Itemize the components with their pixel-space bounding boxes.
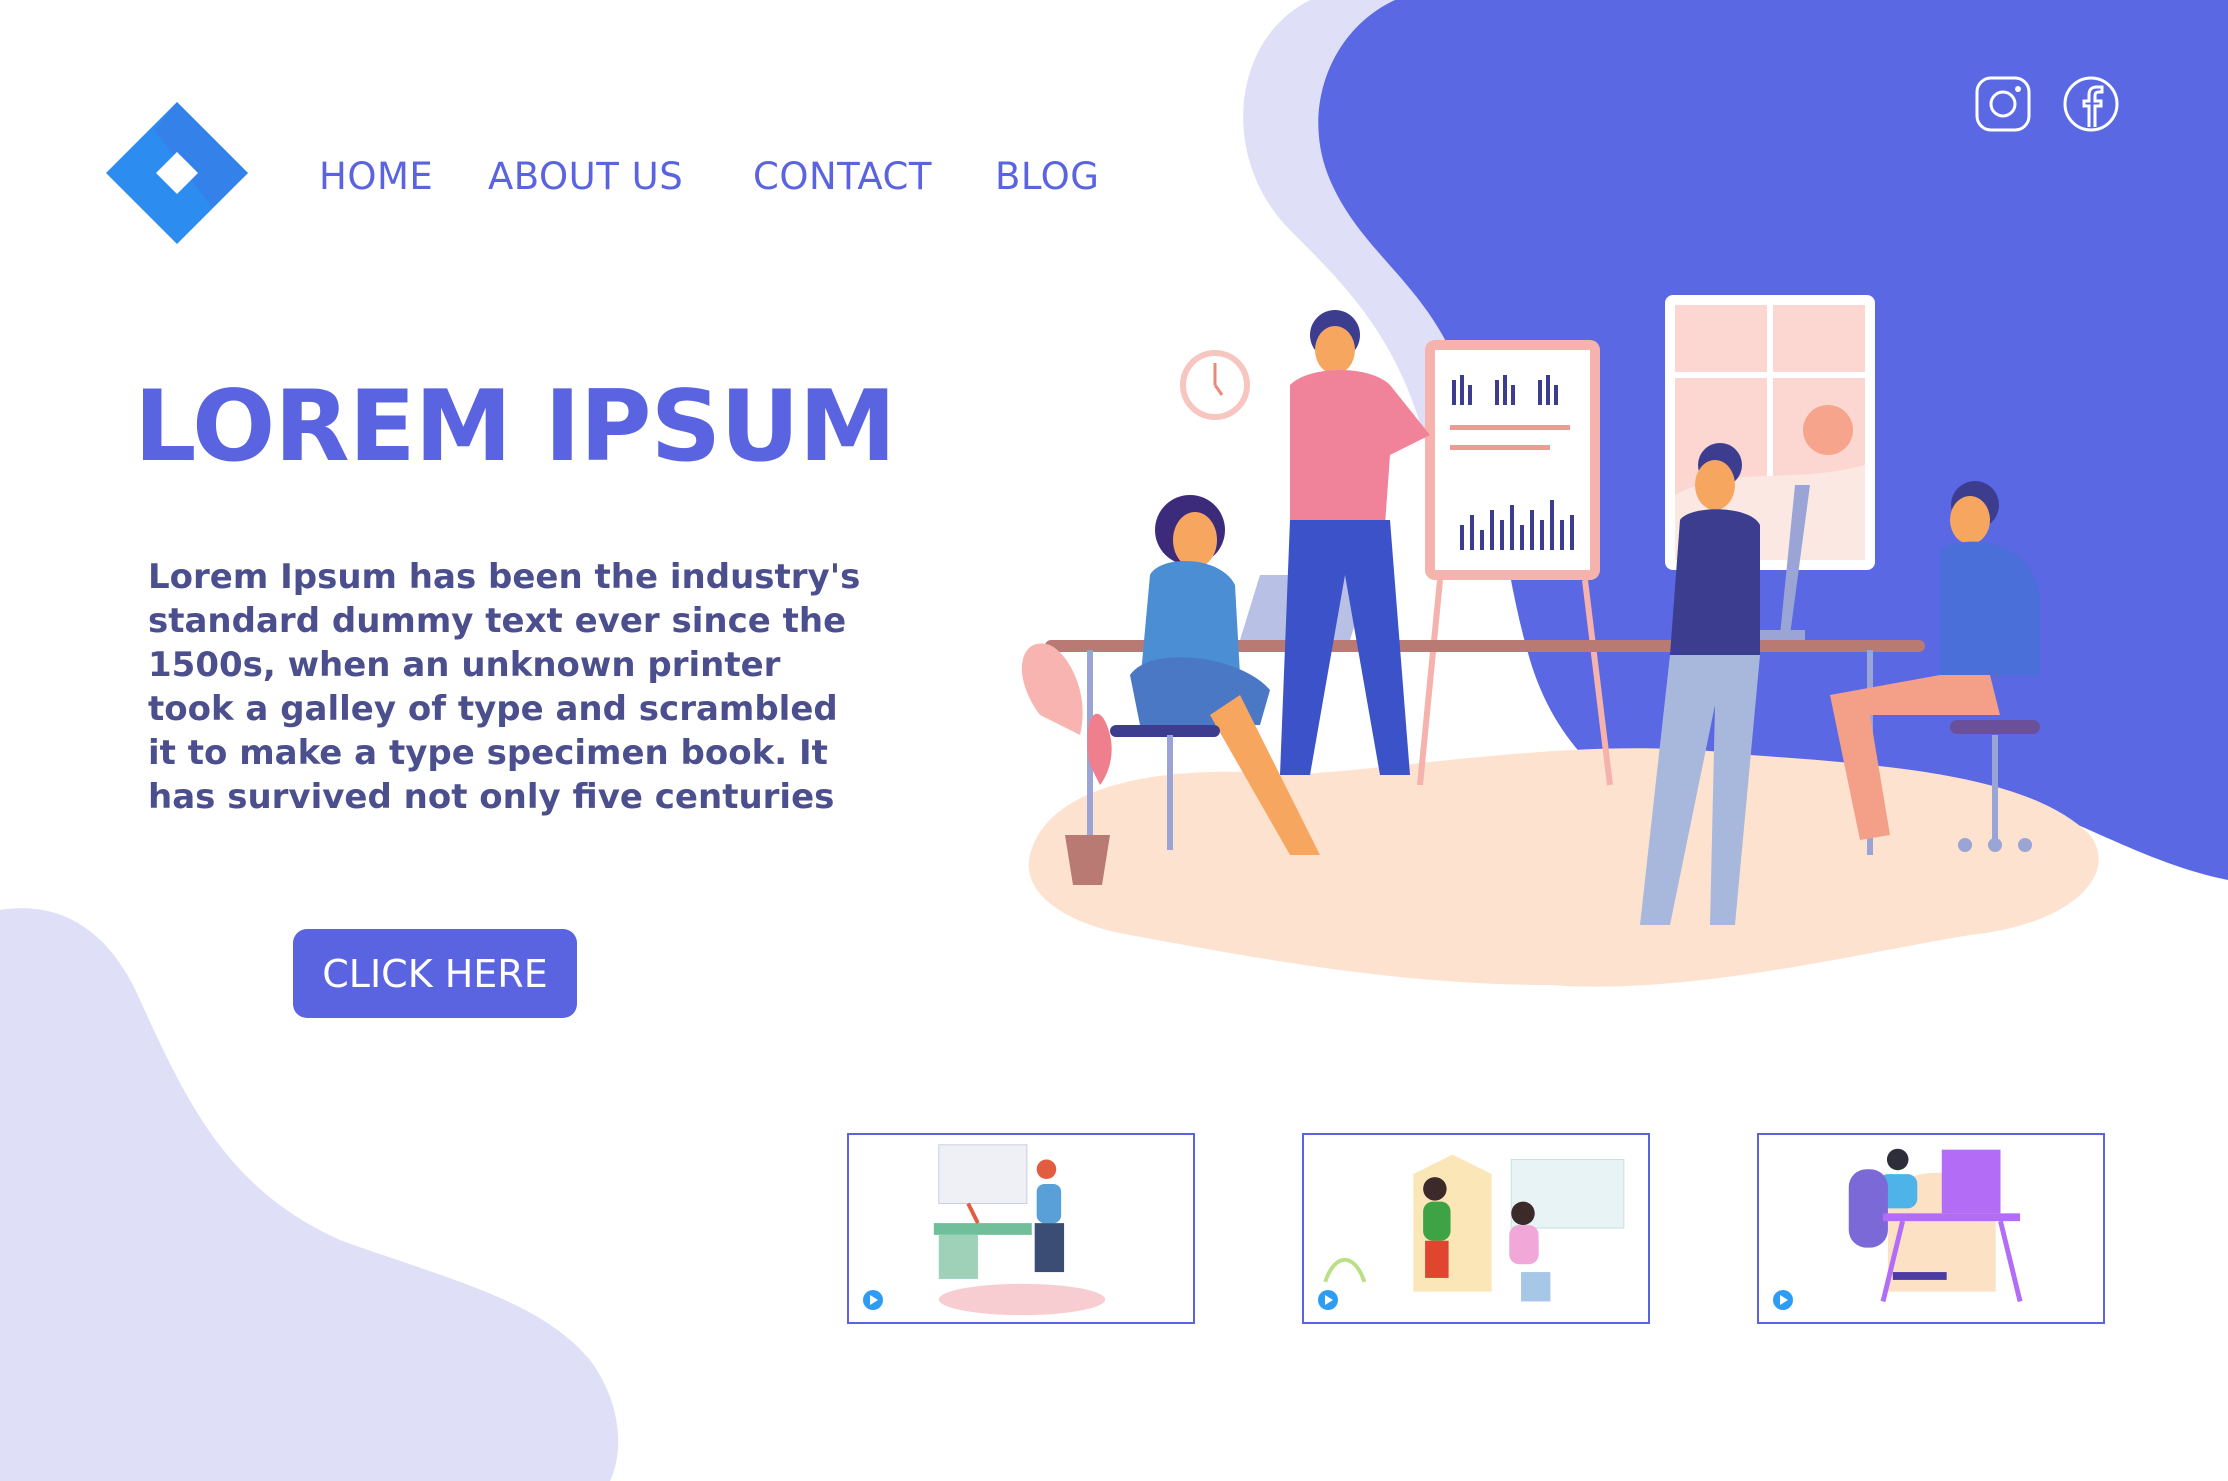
video-thumbnail-2[interactable] (1302, 1133, 1650, 1324)
office-team-illustration (1021, 295, 2099, 987)
facebook-icon[interactable] (2062, 75, 2120, 133)
hero-description: Lorem Ipsum has been the industry's stan… (148, 557, 861, 817)
video-thumbnail-1[interactable] (847, 1133, 1195, 1324)
click-here-button[interactable]: CLICK HERE (293, 929, 577, 1018)
diamond-logo-icon[interactable] (104, 100, 250, 246)
nav-home[interactable]: HOME (319, 155, 433, 198)
hero-title: LOREM IPSUM (134, 370, 896, 484)
nav-contact[interactable]: CONTACT (753, 155, 932, 198)
instagram-icon[interactable] (1974, 75, 2032, 133)
video-thumbnail-3[interactable] (1757, 1133, 2105, 1324)
play-icon[interactable] (863, 1290, 883, 1310)
video-thumbnail-desk-icon (1848, 1148, 2023, 1303)
play-icon[interactable] (1773, 1290, 1793, 1310)
video-thumbnail-meeting-icon (1323, 1154, 1625, 1302)
video-thumbnail-workspace-icon (933, 1144, 1106, 1316)
nav-about-us[interactable]: ABOUT US (488, 155, 683, 198)
play-icon[interactable] (1318, 1290, 1338, 1310)
nav-blog[interactable]: BLOG (995, 155, 1099, 198)
